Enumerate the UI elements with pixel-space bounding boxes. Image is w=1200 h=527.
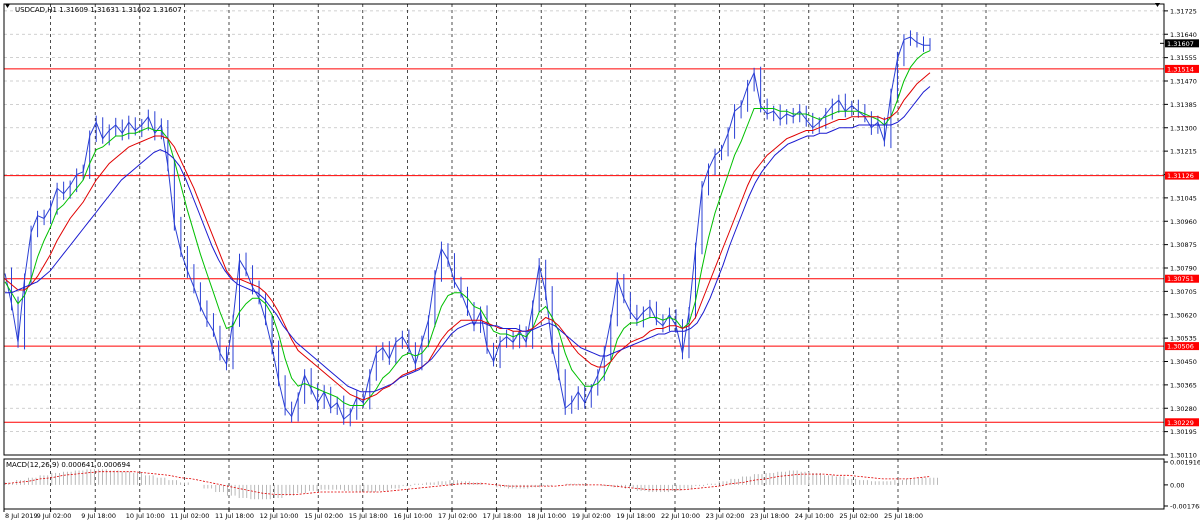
x-tick-label: 11 Jul 18:00 [215,512,254,520]
y-tick-label: 1.30450 [1170,358,1197,366]
y-tick-label: 1.30280 [1170,405,1197,413]
level-price-label: 1.30229 [1167,419,1194,427]
x-tick-label: 24 Jul 10:00 [795,512,834,520]
y-tick-label: 1.30960 [1170,218,1197,226]
y-tick-label: 1.30875 [1170,241,1197,249]
macd-y-tick-label: 0.00 [1170,481,1184,489]
y-tick-label: 1.31300 [1170,124,1197,132]
x-tick-label: 17 Jul 02:00 [438,512,477,520]
x-tick-label: 9 Jul 18:00 [81,512,116,520]
current-price-label: 1.31607 [1167,40,1194,48]
x-tick-label: 8 Jul 2019 [5,512,38,520]
x-tick-label: 9 Jul 02:00 [37,512,72,520]
level-price-label: 1.31514 [1167,65,1194,73]
symbol-title: USDCAD,H1 1.31609 1.31631 1.31602 1.3160… [15,6,182,14]
level-price-label: 1.30751 [1167,275,1194,283]
x-tick-label: 25 Jul 02:00 [839,512,878,520]
y-tick-label: 1.30620 [1170,311,1197,319]
x-tick-label: 15 Jul 02:00 [304,512,343,520]
y-tick-label: 1.30535 [1170,335,1197,343]
x-tick-label: 19 Jul 02:00 [572,512,611,520]
level-price-label: 1.31126 [1167,172,1194,180]
x-tick-label: 11 Jul 02:00 [170,512,209,520]
y-tick-label: 1.31385 [1170,101,1197,109]
y-tick-label: 1.31640 [1170,31,1197,39]
y-tick-label: 1.30365 [1170,381,1197,389]
x-tick-label: 10 Jul 10:00 [126,512,165,520]
y-tick-label: 1.31470 [1170,78,1197,86]
y-tick-label: 1.31215 [1170,148,1197,156]
y-tick-label: 1.30195 [1170,428,1197,436]
level-price-label: 1.30506 [1167,343,1194,351]
y-tick-label: 1.30705 [1170,288,1197,296]
x-tick-label: 16 Jul 10:00 [393,512,432,520]
x-tick-label: 17 Jul 18:00 [483,512,522,520]
y-tick-label: 1.31555 [1170,54,1197,62]
macd-title: MACD(12,26,9) 0.000641 0.000694 [6,461,131,469]
x-tick-label: 12 Jul 10:00 [260,512,299,520]
macd-y-tick-label: 0.001916 [1170,459,1200,467]
x-tick-label: 19 Jul 18:00 [616,512,655,520]
chart-background [0,0,1200,523]
x-tick-label: 23 Jul 18:00 [750,512,789,520]
x-tick-label: 15 Jul 18:00 [349,512,388,520]
x-tick-label: 22 Jul 10:00 [661,512,700,520]
chart-canvas[interactable]: 1.31725 1.31640 1.31555 1.31470 1.31385 1.313… [0,0,1200,523]
y-tick-label: 1.31045 [1170,194,1197,202]
x-tick-label: 23 Jul 02:00 [706,512,745,520]
y-tick-label: 1.30790 [1170,265,1197,273]
x-tick-label: 25 Jul 18:00 [884,512,923,520]
macd-y-tick-label: -0.001768 [1170,503,1200,511]
y-tick-label: 1.31725 [1170,7,1197,15]
x-tick-label: 18 Jul 10:00 [527,512,566,520]
mt4-chart-window[interactable]: 1.31725 1.31640 1.31555 1.31470 1.31385 1.313… [0,0,1200,523]
